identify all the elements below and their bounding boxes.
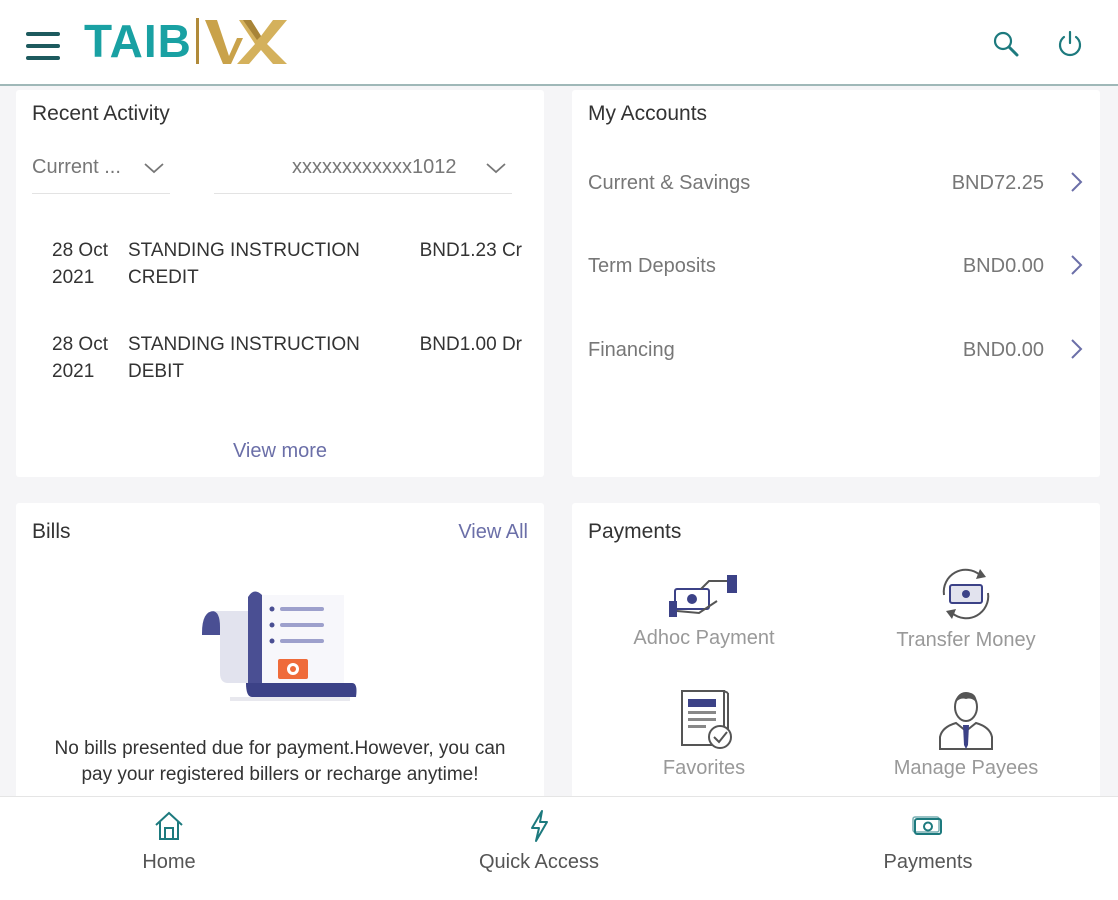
account-row-term-deposits[interactable]: Term Deposits BND0.00 — [588, 247, 1088, 287]
account-balance: BND0.00 — [962, 339, 1044, 361]
manage-payees-icon — [939, 692, 993, 750]
favorites-label: Favorites — [662, 757, 746, 779]
bills-title: Bills — [32, 520, 71, 543]
account-balance: BND0.00 — [962, 255, 1044, 277]
bill-illustration-icon — [202, 591, 357, 701]
transaction-date: 28 Oct 2021 — [52, 334, 108, 382]
recent-activity-card: Recent Activity Current ... xxxxxxxxxxxx… — [16, 90, 544, 477]
account-number-dropdown[interactable]: xxxxxxxxxxxx1012 — [214, 142, 512, 194]
my-accounts-title: My Accounts — [588, 102, 708, 125]
search-icon[interactable] — [990, 28, 1022, 60]
money-icon — [912, 816, 942, 835]
bottom-navigation: Home Quick Access Payments — [0, 796, 1118, 900]
transfer-money-button[interactable]: Transfer Money — [856, 565, 1076, 652]
adhoc-payment-icon — [669, 575, 737, 617]
bills-card: Bills View All No bills presented due fo… — [16, 503, 544, 803]
nav-quick-access[interactable]: Quick Access — [439, 809, 639, 874]
adhoc-payment-label: Adhoc Payment — [633, 627, 775, 649]
chevron-down-icon — [486, 163, 506, 174]
chevron-right-icon — [1071, 339, 1083, 359]
account-number-value: xxxxxxxxxxxx1012 — [292, 156, 457, 178]
view-all-bills-link[interactable]: View All — [458, 521, 528, 544]
account-type-dropdown[interactable]: Current ... — [32, 142, 170, 194]
transaction-description: STANDING INSTRUCTION CREDIT — [128, 240, 360, 288]
account-name: Term Deposits — [588, 255, 716, 277]
payments-card: Payments Adhoc Payment Transfer Money Fa… — [572, 503, 1100, 803]
logo-divider — [195, 18, 199, 64]
app-header: TAIB — [0, 0, 1118, 86]
transaction-date: 28 Oct 2021 — [52, 240, 108, 288]
manage-payees-button[interactable]: Manage Payees — [856, 689, 1076, 780]
favorites-icon — [681, 690, 732, 749]
chevron-right-icon — [1071, 255, 1083, 275]
nav-payments[interactable]: Payments — [828, 809, 1028, 874]
favorites-button[interactable]: Favorites — [594, 689, 814, 780]
logo-text: TAIB — [84, 15, 192, 67]
transfer-money-icon — [942, 568, 990, 620]
transaction-description: STANDING INSTRUCTION DEBIT — [128, 334, 360, 382]
hamburger-menu-icon[interactable] — [26, 32, 60, 60]
account-balance: BND72.25 — [951, 172, 1044, 194]
nav-home[interactable]: Home — [69, 809, 269, 874]
account-name: Current & Savings — [588, 172, 751, 194]
transaction-row[interactable]: 28 Oct 2021 STANDING INSTRUCTION CREDIT … — [52, 237, 522, 293]
no-bills-message: No bills presented due for payment.Howev… — [54, 738, 506, 785]
nav-payments-label: Payments — [883, 851, 973, 873]
account-name: Financing — [588, 339, 675, 361]
view-more-link[interactable]: View more — [16, 440, 544, 463]
payments-title: Payments — [588, 520, 682, 543]
account-row-current-savings[interactable]: Current & Savings BND72.25 — [588, 164, 1088, 204]
nav-home-label: Home — [142, 851, 196, 873]
logo-mark-icon — [204, 20, 287, 64]
lightning-icon — [531, 810, 548, 842]
nav-quick-access-label: Quick Access — [478, 851, 600, 873]
bank-logo[interactable]: TAIB — [84, 16, 289, 66]
transaction-amount: BND1.00 Dr — [419, 334, 522, 355]
transaction-row[interactable]: 28 Oct 2021 STANDING INSTRUCTION DEBIT B… — [52, 331, 522, 387]
recent-activity-title: Recent Activity — [32, 102, 170, 125]
home-icon — [155, 811, 183, 840]
chevron-down-icon — [144, 163, 164, 174]
account-row-financing[interactable]: Financing BND0.00 — [588, 331, 1088, 371]
manage-payees-label: Manage Payees — [893, 757, 1039, 779]
transaction-amount: BND1.23 Cr — [419, 240, 522, 261]
transfer-money-label: Transfer Money — [896, 629, 1036, 651]
adhoc-payment-button[interactable]: Adhoc Payment — [594, 571, 814, 650]
my-accounts-card: My Accounts Current & Savings BND72.25 T… — [572, 90, 1100, 477]
account-type-value: Current ... — [32, 156, 121, 178]
power-icon[interactable] — [1054, 28, 1086, 60]
chevron-right-icon — [1071, 172, 1083, 192]
